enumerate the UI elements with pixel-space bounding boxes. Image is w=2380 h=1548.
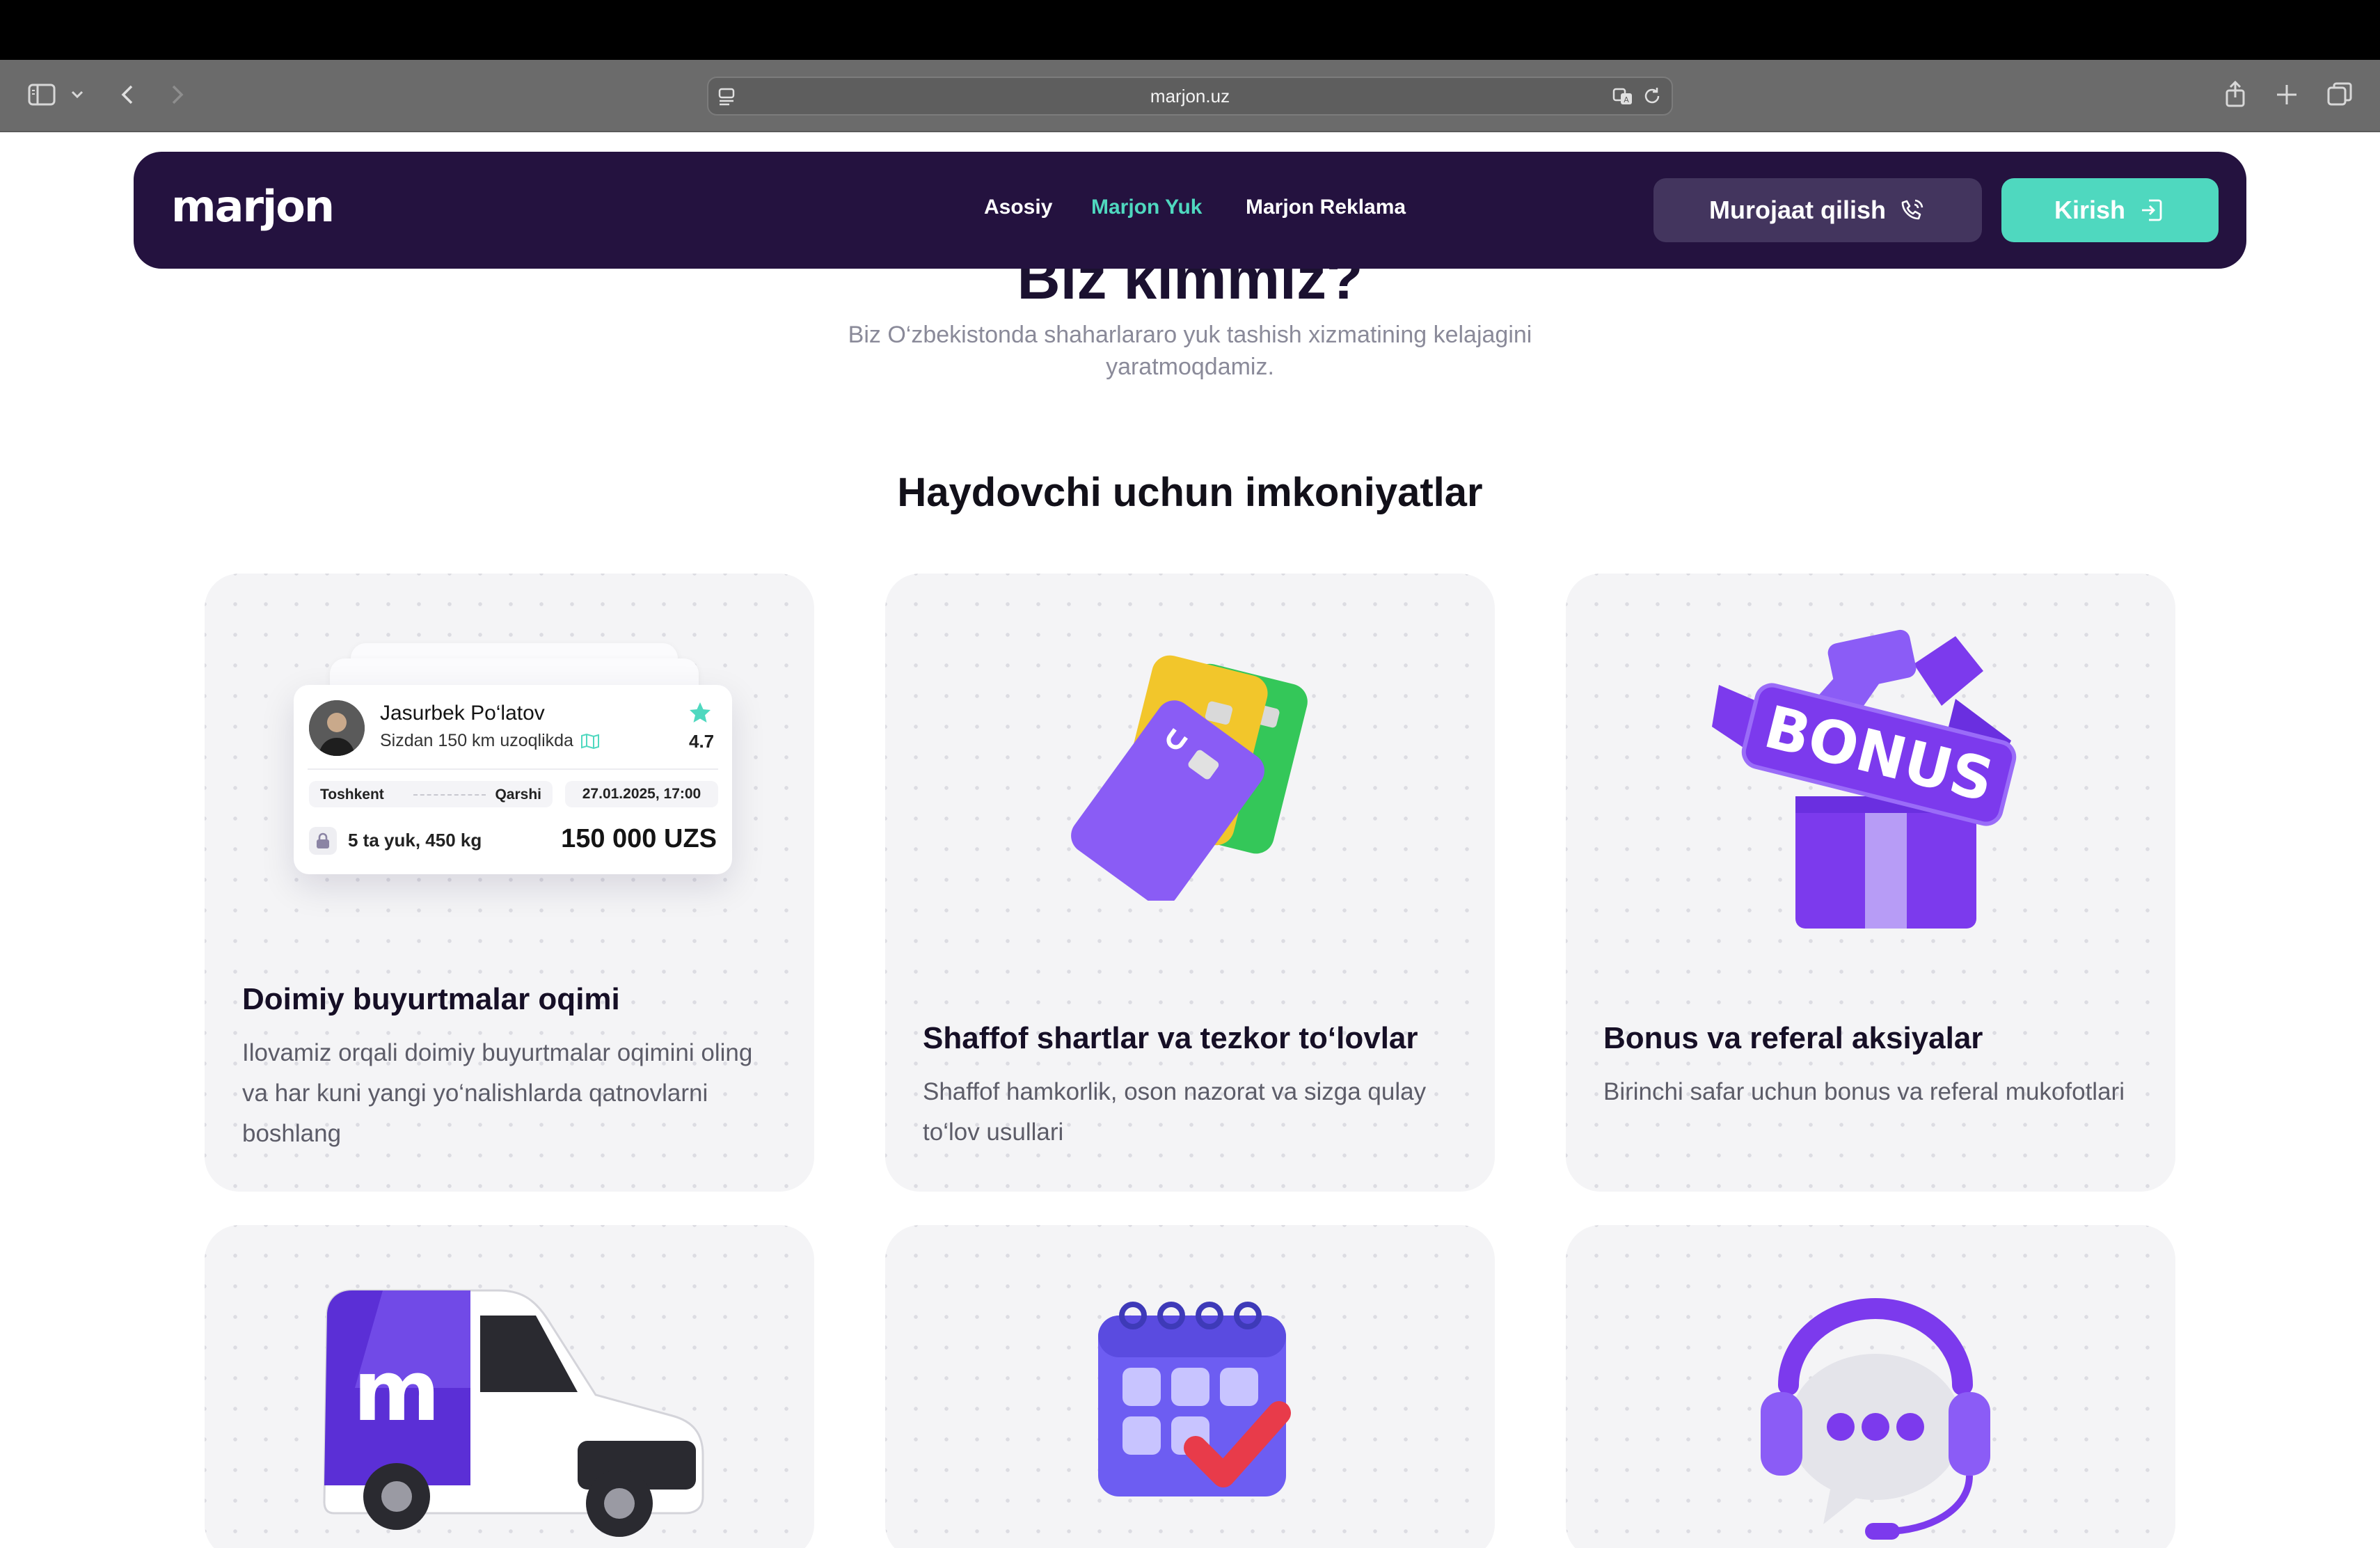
reload-icon[interactable]	[1641, 85, 1663, 107]
login-button[interactable]: Kirish	[2001, 178, 2219, 242]
calendar-icon	[1098, 1302, 1291, 1496]
chevron-down-icon[interactable]	[68, 79, 86, 110]
contact-button[interactable]: Murojaat qilish	[1653, 178, 1982, 242]
new-tab-icon[interactable]	[2271, 79, 2302, 110]
forward-arrow-icon[interactable]	[161, 79, 192, 110]
features-title: Haydovchi uchun imkoniyatlar	[897, 470, 1483, 515]
svg-text:A: A	[1624, 95, 1629, 104]
order-card-illustration: Jasurbek Po‘latov Sizdan 150 km uzoqlikd…	[294, 685, 732, 874]
about-subtitle: Biz O‘zbekistonda shaharlararo yuk tashi…	[848, 322, 1532, 380]
address-bar[interactable]: marjon.uz A	[707, 77, 1673, 116]
login-arrow-icon	[2142, 199, 2162, 221]
credit-cards-icon	[1071, 655, 1308, 901]
order-price: 150 000 UZS	[561, 824, 717, 853]
url-text[interactable]: marjon.uz	[708, 78, 1672, 114]
login-button-label: Kirish	[2054, 196, 2126, 224]
driver-name: Jasurbek Po‘latov	[380, 702, 545, 725]
map-icon	[580, 733, 599, 749]
delivery-van-icon: m	[323, 1289, 704, 1537]
divider	[308, 768, 718, 770]
card-description: Shaffof hamkorlik, oson nazorat va sizga…	[923, 1078, 1427, 1146]
distance-text: Sizdan 150 km uzoqlikda	[380, 731, 573, 750]
sidebar-toggle-icon[interactable]	[26, 79, 57, 110]
contact-button-label: Murojaat qilish	[1708, 196, 1887, 224]
card-description: Birinchi safar uchun bonus va referal mu…	[1603, 1078, 2125, 1105]
translate-icon[interactable]: A	[1612, 85, 1634, 107]
bonus-gift-icon: BONUS	[1712, 629, 2017, 929]
route-dashes	[413, 794, 486, 796]
driver-distance: Sizdan 150 km uzoqlikda	[380, 731, 600, 751]
site-header: marjon Asosiy Marjon Yuk Marjon Reklama …	[134, 152, 2246, 269]
order-datetime: 27.01.2025, 17:00	[565, 781, 718, 807]
order-load: 5 ta yuk, 450 kg	[348, 830, 482, 851]
marjon-logo[interactable]: marjon	[171, 175, 335, 238]
route-to: Qarshi	[495, 787, 541, 803]
phone-call-icon	[1901, 199, 1923, 220]
feature-card-calendar	[885, 1225, 1495, 1548]
nav-marjon-reklama[interactable]: Marjon Reklama	[1246, 192, 1406, 223]
card-description: Ilovamiz orqali doimiy buyurtmalar oqimi…	[242, 1039, 753, 1147]
driver-rating: 4.7	[689, 731, 715, 752]
card-title: Doimiy buyurtmalar oqimi	[242, 982, 620, 1016]
nav-asosiy[interactable]: Asosiy	[984, 192, 1052, 223]
feature-card-bonus: BONUS Bonus va referal aksiyalar Birinch…	[1566, 574, 2175, 1192]
lock-icon	[309, 827, 337, 855]
avatar	[309, 700, 365, 756]
route-from: Toshkent	[320, 787, 384, 803]
nav-marjon-yuk[interactable]: Marjon Yuk	[1091, 192, 1203, 223]
svg-text:m: m	[353, 1343, 440, 1440]
feature-card-payments: Shaffof shartlar va tezkor to‘lovlar Sha…	[885, 574, 1495, 1192]
card-title: Bonus va referal aksiyalar	[1603, 1021, 1983, 1055]
feature-card-van: m	[205, 1225, 814, 1548]
star-icon	[690, 702, 711, 722]
system-top-bar	[0, 0, 2380, 60]
back-arrow-icon[interactable]	[113, 79, 143, 110]
feature-card-support	[1566, 1225, 2175, 1548]
route-pill: Toshkent Qarshi	[309, 781, 553, 807]
tab-overview-icon[interactable]	[2324, 79, 2355, 110]
card-title: Shaffof shartlar va tezkor to‘lovlar	[923, 1021, 1418, 1055]
support-headset-icon	[1761, 1298, 1990, 1540]
share-icon[interactable]	[2220, 79, 2251, 110]
